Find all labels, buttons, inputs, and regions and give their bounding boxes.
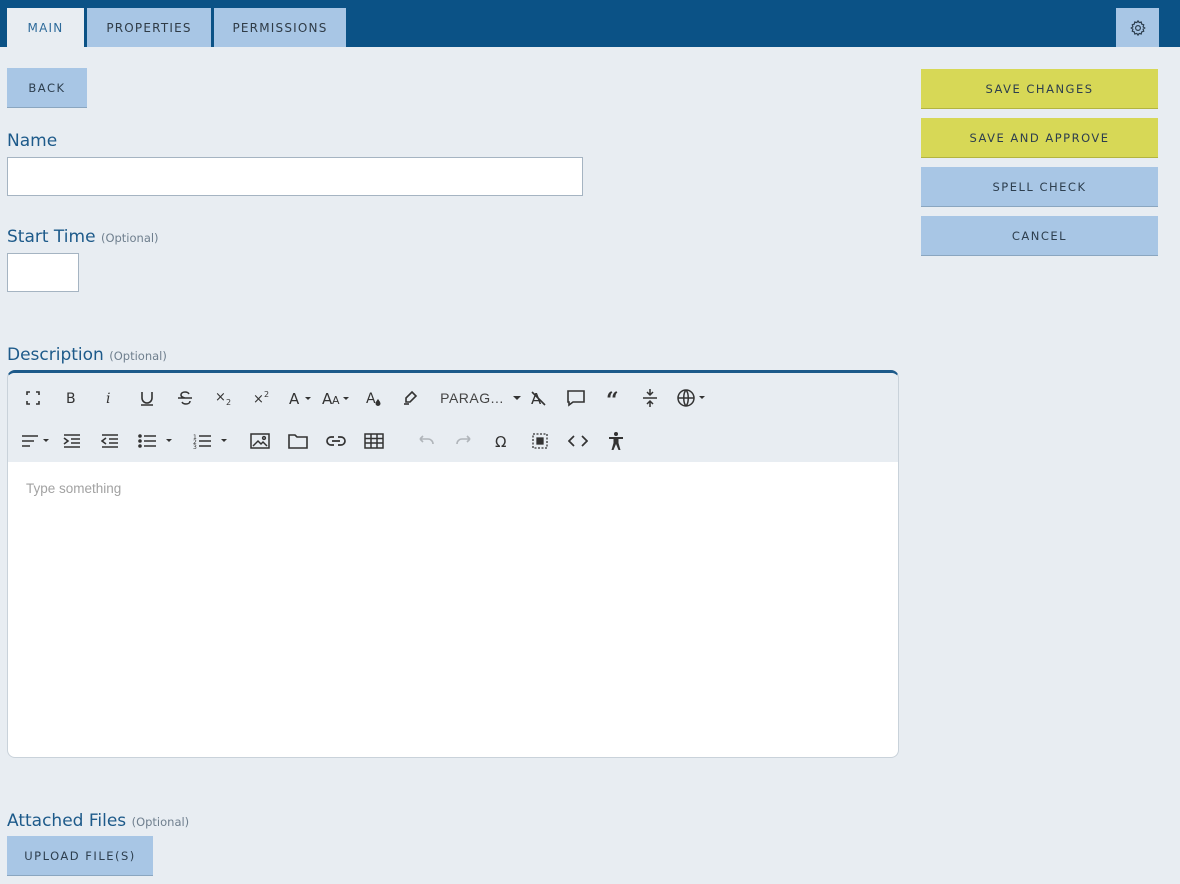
folder-icon[interactable]	[286, 428, 310, 454]
svg-text:A: A	[366, 391, 376, 407]
svg-text:A: A	[289, 390, 300, 406]
strikethrough-icon[interactable]	[174, 385, 196, 411]
editor-toolbar: B i × 2 × 2 A AA A PARAG... A “ 123 Ω	[8, 373, 898, 462]
fullscreen-icon[interactable]	[22, 385, 44, 411]
align-icon[interactable]	[20, 428, 52, 454]
optional-hint: (Optional)	[100, 231, 159, 245]
select-all-icon[interactable]	[528, 428, 552, 454]
superscript-icon[interactable]: × 2	[248, 385, 274, 411]
quote-icon[interactable]: “	[602, 385, 626, 411]
special-char-icon[interactable]: Ω	[490, 428, 514, 454]
outdent-icon[interactable]	[98, 428, 122, 454]
table-icon[interactable]	[362, 428, 386, 454]
start-time-label: Start Time (Optional)	[7, 227, 159, 247]
bold-icon[interactable]: B	[60, 385, 82, 411]
save-changes-button[interactable]: SAVE CHANGES	[921, 69, 1158, 109]
description-label: Description (Optional)	[7, 345, 167, 365]
indent-icon[interactable]	[60, 428, 84, 454]
save-and-approve-button[interactable]: SAVE AND APPROVE	[921, 118, 1158, 158]
tab-permissions[interactable]: PERMISSIONS	[214, 8, 346, 47]
editor-placeholder[interactable]: Type something	[26, 481, 121, 496]
unordered-list-icon[interactable]	[136, 428, 184, 454]
rich-text-editor: B i × 2 × 2 A AA A PARAG... A “ 123 Ω Type…	[7, 370, 899, 758]
italic-icon[interactable]: i	[98, 385, 120, 411]
name-label: Name	[7, 131, 58, 151]
spell-check-button[interactable]: SPELL CHECK	[921, 167, 1158, 207]
ordered-list-icon[interactable]: 123	[192, 428, 236, 454]
svg-text:2: 2	[264, 390, 269, 399]
svg-text:Ω: Ω	[495, 433, 506, 449]
image-icon[interactable]	[248, 428, 272, 454]
svg-text:3: 3	[193, 444, 197, 449]
upload-files-button[interactable]: UPLOAD FILE(S)	[7, 836, 153, 876]
paragraph-format-label: PARAG...	[440, 390, 504, 406]
back-button[interactable]: BACK	[7, 68, 87, 108]
tab-properties[interactable]: PROPERTIES	[87, 8, 211, 47]
tab-main[interactable]: MAIN	[7, 8, 84, 47]
svg-text:A: A	[332, 394, 340, 406]
highlight-icon[interactable]	[398, 385, 422, 411]
svg-text:i: i	[106, 391, 110, 406]
undo-icon[interactable]	[414, 428, 438, 454]
font-size-icon[interactable]: AA	[320, 385, 354, 411]
start-time-input[interactable]	[7, 253, 79, 292]
horizontal-line-icon[interactable]	[638, 385, 662, 411]
clear-format-icon[interactable]: A	[526, 385, 550, 411]
optional-hint: (Optional)	[109, 349, 167, 363]
cancel-button[interactable]: CANCEL	[921, 216, 1158, 256]
chevron-down-icon	[512, 396, 521, 400]
code-view-icon[interactable]	[566, 428, 590, 454]
underline-icon[interactable]	[136, 385, 158, 411]
svg-text:×: ×	[253, 392, 264, 407]
settings-button[interactable]	[1116, 8, 1159, 47]
accessibility-icon[interactable]	[604, 428, 628, 454]
svg-text:B: B	[66, 391, 76, 406]
name-input[interactable]	[7, 157, 583, 196]
attached-files-label: Attached Files (Optional)	[7, 811, 190, 831]
link-icon[interactable]	[324, 428, 348, 454]
gear-icon	[1129, 19, 1146, 36]
svg-text:×: ×	[215, 390, 226, 405]
subscript-icon[interactable]: × 2	[210, 385, 236, 411]
redo-icon[interactable]	[452, 428, 476, 454]
comment-icon[interactable]	[564, 385, 588, 411]
paragraph-format-dropdown[interactable]: PARAG...	[436, 385, 528, 411]
optional-hint: (Optional)	[131, 815, 190, 829]
svg-text:“: “	[606, 389, 619, 407]
language-icon[interactable]	[674, 385, 712, 411]
text-color-icon[interactable]: A	[362, 385, 386, 411]
svg-text:2: 2	[226, 398, 231, 407]
font-family-icon[interactable]: A	[286, 385, 316, 411]
